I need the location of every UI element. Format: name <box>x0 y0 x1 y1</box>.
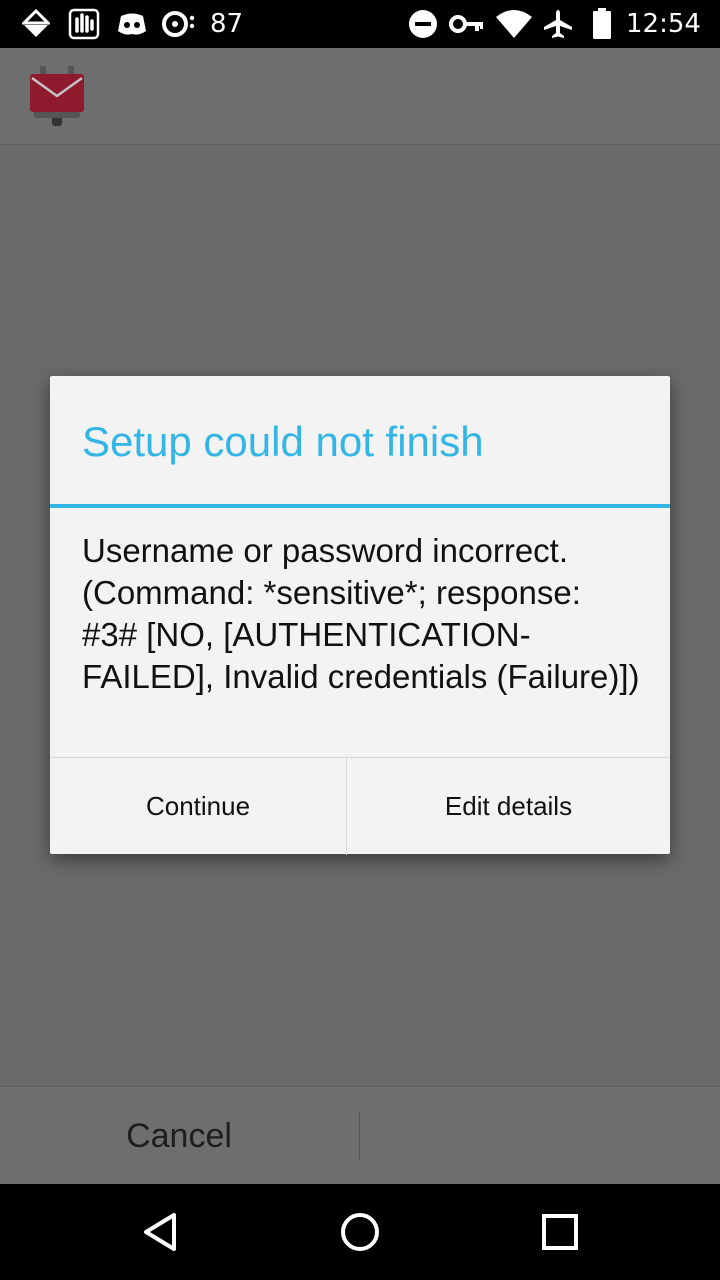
hand-icon <box>66 0 102 48</box>
bottom-bar-divider <box>359 1111 360 1161</box>
battery-icon <box>590 0 614 48</box>
clock-time: 12:54 <box>626 9 701 39</box>
dialog-title-divider <box>50 504 670 508</box>
vpn-key-icon <box>448 0 486 48</box>
notification-count: 87 <box>210 9 244 39</box>
error-dialog: Setup could not finish Username or passw… <box>50 376 670 855</box>
airplane-icon <box>540 0 576 48</box>
media-icon <box>160 0 198 48</box>
continue-button[interactable]: Continue <box>50 758 346 855</box>
status-bar: 87 12:54 <box>0 0 720 48</box>
navigation-bar <box>0 1184 720 1280</box>
dnd-icon <box>406 0 440 48</box>
bottom-action-bar: Cancel <box>0 1086 720 1185</box>
k9-mail-logo-icon[interactable] <box>28 66 86 126</box>
wifi-icon <box>494 0 534 48</box>
edit-details-button[interactable]: Edit details <box>347 758 670 855</box>
dialog-title: Setup could not finish <box>82 418 484 465</box>
dialog-message: Username or password incorrect. (Command… <box>82 532 640 695</box>
home-icon[interactable] <box>300 1184 420 1280</box>
app-bar <box>0 48 720 145</box>
recents-icon[interactable] <box>500 1184 620 1280</box>
dialog-button-bar: Continue Edit details <box>50 757 670 855</box>
back-icon[interactable] <box>100 1184 220 1280</box>
cancel-button[interactable]: Cancel <box>0 1087 358 1185</box>
discord-icon <box>116 0 148 48</box>
download-icon <box>20 0 52 48</box>
